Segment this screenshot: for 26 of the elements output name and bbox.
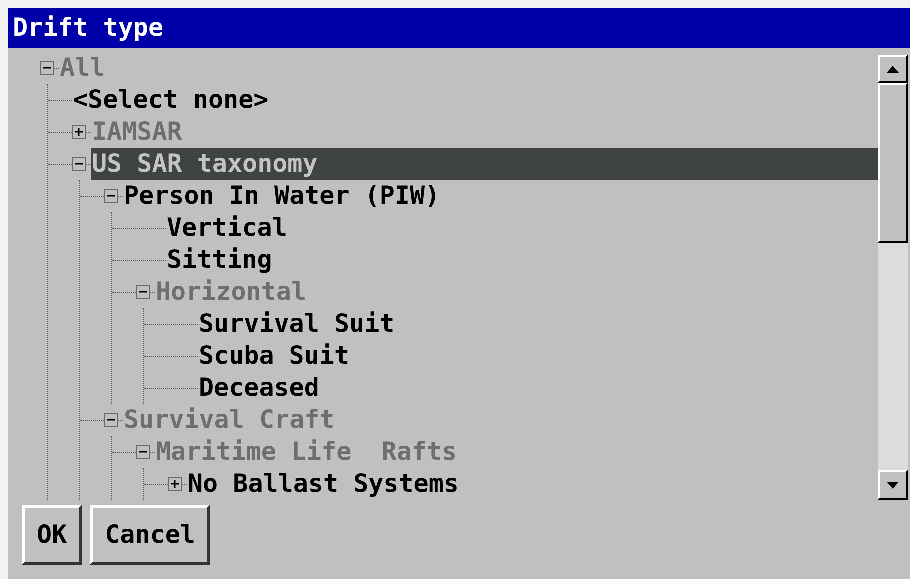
tree-item[interactable]: Vertical — [166, 212, 878, 244]
collapse-icon[interactable] — [40, 61, 54, 75]
down-arrow-icon — [887, 482, 899, 488]
scroll-down-button[interactable] — [878, 470, 908, 500]
expand-icon[interactable] — [72, 125, 86, 139]
collapse-icon[interactable] — [136, 445, 150, 459]
dialog-button[interactable]: Cancel — [90, 505, 210, 565]
tree-item[interactable]: Scuba Suit — [198, 340, 878, 372]
collapse-icon[interactable] — [136, 285, 150, 299]
up-arrow-icon — [887, 66, 899, 72]
tree-item[interactable]: Deceased — [198, 372, 878, 404]
tree-item[interactable]: US SAR taxonomy — [91, 148, 878, 180]
tree-item[interactable]: No Ballast Systems — [187, 468, 878, 500]
tree-item[interactable]: Person In Water (PIW) — [123, 180, 878, 212]
collapse-icon[interactable] — [104, 189, 118, 203]
expand-icon[interactable] — [168, 477, 182, 491]
tree-item[interactable]: Sitting — [166, 244, 878, 276]
tree-item[interactable]: Survival Suit — [198, 308, 878, 340]
collapse-icon[interactable] — [104, 413, 118, 427]
tree-item[interactable]: <Select none> — [72, 84, 878, 116]
scroll-up-button[interactable] — [878, 55, 908, 83]
collapse-icon[interactable] — [72, 157, 86, 171]
window-title: Drift type — [8, 8, 910, 48]
scroll-thumb[interactable] — [878, 83, 908, 243]
dialog-button[interactable]: OK — [22, 505, 82, 565]
scrollbar[interactable] — [878, 55, 908, 500]
